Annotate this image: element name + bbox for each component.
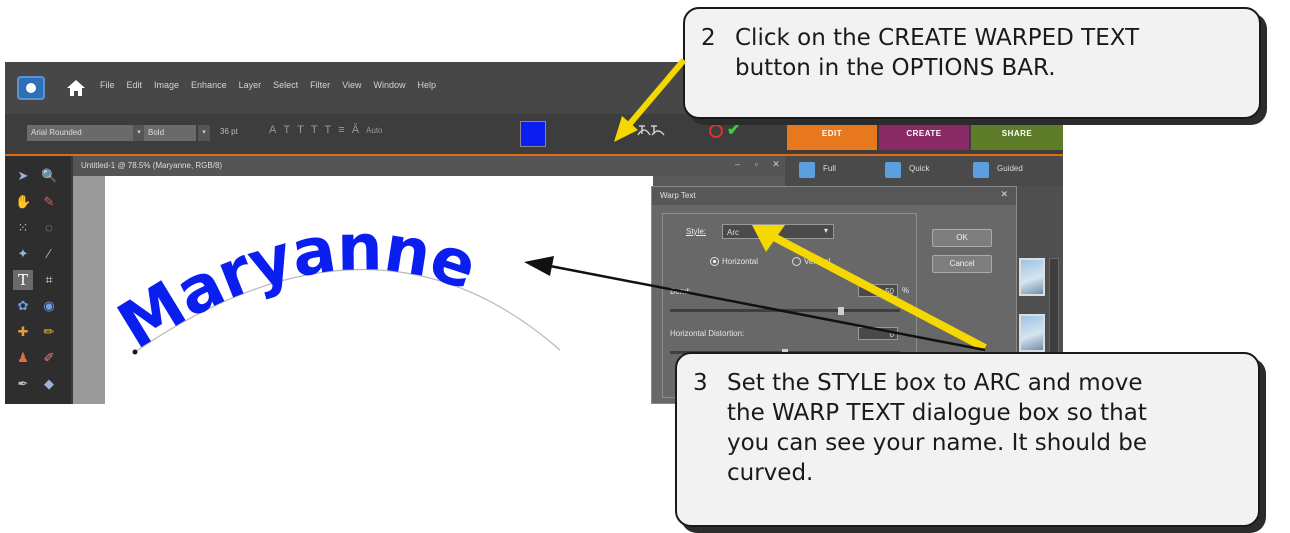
selection-brush-tool-icon[interactable]: ∕ [41, 246, 57, 262]
paint-bucket-tool-icon[interactable]: ◆ [41, 376, 57, 392]
cancel-icon[interactable] [709, 124, 723, 138]
callout-step-3: 3 Set the STYLE box to ARC and move the … [675, 352, 1260, 527]
bend-value-field[interactable]: 50 [858, 284, 898, 297]
vertical-radio[interactable] [792, 257, 801, 266]
brush-tool-icon[interactable]: ✒ [15, 376, 31, 392]
clone-stamp-tool-icon[interactable]: ✏ [41, 324, 57, 340]
full-edit-icon[interactable] [799, 162, 815, 178]
menu-edit[interactable]: Edit [127, 80, 143, 90]
callout-step-2-number: 2 [701, 25, 716, 51]
spot-healing-tool-icon[interactable]: ✚ [15, 324, 31, 340]
crop-tool-icon[interactable]: ⌗ [41, 272, 57, 288]
align-icon[interactable]: ≡ [338, 124, 344, 137]
image-canvas[interactable]: Maryanne [105, 176, 653, 404]
document-title-bar: Untitled-1 @ 78.5% (Maryanne, RGB/8) [73, 156, 785, 176]
horizontal-distortion-field[interactable]: 0 [858, 327, 898, 340]
warp-text-icon [637, 125, 665, 136]
marquee-tool-icon[interactable]: ⁙ [15, 220, 31, 236]
pencil-tool-icon[interactable]: ✐ [41, 350, 57, 366]
horizontal-label: Horizontal [722, 257, 759, 266]
bend-slider-handle[interactable] [838, 307, 844, 315]
warped-name-text: Maryanne [106, 211, 485, 364]
vertical-label: Vertical [804, 257, 831, 266]
tab-guided[interactable]: Guided [997, 164, 1023, 173]
move-tool-icon[interactable]: ➤ [15, 168, 31, 184]
lasso-tool-icon[interactable]: ◌ [41, 220, 57, 236]
quick-edit-icon[interactable] [885, 162, 901, 178]
tab-edit[interactable]: EDIT [787, 118, 877, 150]
callout-step-2-text: Click on the CREATE WARPED TEXT button i… [735, 25, 1140, 81]
bend-unit: % [902, 286, 910, 295]
chevron-down-icon[interactable]: ▾ [824, 226, 828, 235]
eraser-tool-icon[interactable]: ♟ [15, 350, 31, 366]
create-warped-text-button[interactable] [633, 123, 669, 143]
menu-view[interactable]: View [342, 80, 361, 90]
leading-value[interactable]: Auto [366, 124, 382, 137]
faux-bold-icon[interactable]: T [283, 124, 290, 137]
edit-mode-tabs: Full Quick Guided [785, 156, 1063, 186]
warped-text-layer: Maryanne [106, 211, 561, 364]
dialog-title[interactable]: Warp Text [652, 187, 1016, 205]
eyedropper-tool-icon[interactable]: ✎ [41, 194, 57, 210]
anti-alias-icon[interactable]: A [269, 124, 276, 137]
menu-select[interactable]: Select [273, 80, 298, 90]
text-color-swatch[interactable] [520, 121, 546, 147]
strikethrough-icon[interactable]: T [325, 124, 332, 137]
font-size-field[interactable]: 36 pt [220, 127, 238, 136]
tab-share[interactable]: SHARE [971, 118, 1063, 150]
chevron-down-icon[interactable]: ▾ [198, 125, 210, 141]
main-menu: File Edit Image Enhance Layer Select Fil… [100, 80, 436, 90]
window-controls[interactable]: – ▫ ✕ [735, 159, 786, 170]
font-family-select[interactable]: Arial Rounded [27, 125, 135, 141]
menu-enhance[interactable]: Enhance [191, 80, 227, 90]
menu-file[interactable]: File [100, 80, 115, 90]
style-label: Style: [686, 227, 707, 236]
menu-image[interactable]: Image [154, 80, 179, 90]
type-tool-icon[interactable]: T [13, 270, 33, 290]
close-icon[interactable]: ✕ [1000, 189, 1008, 200]
menu-help[interactable]: Help [417, 80, 436, 90]
guided-edit-icon[interactable] [973, 162, 989, 178]
cancel-button[interactable]: Cancel [932, 255, 992, 273]
zoom-tool-icon[interactable]: 🔍 [41, 168, 57, 184]
path-anchor-point [132, 349, 138, 355]
cookie-cutter-tool-icon[interactable]: ✿ [15, 298, 31, 314]
menu-window[interactable]: Window [373, 80, 405, 90]
menu-filter[interactable]: Filter [310, 80, 330, 90]
underline-icon[interactable]: T [311, 124, 318, 137]
effect-thumbnail[interactable] [1019, 314, 1045, 352]
hand-tool-icon[interactable]: ✋ [15, 194, 31, 210]
bend-slider[interactable] [670, 309, 900, 312]
red-eye-tool-icon[interactable]: ◉ [41, 298, 57, 314]
menu-layer[interactable]: Layer [239, 80, 262, 90]
toolbox: ➤ 🔍 ✋ ✎ ⁙ ◌ ✦ ∕ T ⌗ ✿ ◉ ✚ ✏ ♟ ✐ ✒ ◆ [5, 156, 71, 404]
effect-thumbnail[interactable] [1019, 258, 1045, 296]
tab-full[interactable]: Full [823, 164, 836, 173]
options-bar: Arial Rounded ▾ Bold ▾ 36 pt A T T T T ≡… [5, 114, 1063, 156]
horizontal-radio[interactable] [710, 257, 719, 266]
canvas-margin [73, 176, 105, 404]
commit-check-icon[interactable]: ✔ [727, 120, 740, 140]
svg-text:Maryanne: Maryanne [106, 211, 484, 364]
callout-step-3-text: Set the STYLE box to ARC and move the WA… [727, 370, 1148, 486]
callout-step-2: 2 Click on the CREATE WARPED TEXT button… [683, 7, 1261, 119]
elements-logo-icon[interactable] [17, 76, 45, 100]
callout-step-3-number: 3 [693, 370, 708, 396]
leading-icon[interactable]: Ă [352, 124, 359, 137]
text-format-buttons: A T T T T ≡ Ă Auto [269, 124, 383, 137]
horizontal-distortion-label: Horizontal Distortion: [670, 329, 745, 338]
tab-create[interactable]: CREATE [879, 118, 969, 150]
faux-italic-icon[interactable]: T [297, 124, 304, 137]
home-icon[interactable] [65, 77, 87, 99]
font-style-select[interactable]: Bold [144, 125, 196, 141]
style-select[interactable]: Arc [722, 224, 834, 239]
tab-quick[interactable]: Quick [909, 164, 929, 173]
bend-label: Bend: [670, 287, 691, 296]
magic-wand-tool-icon[interactable]: ✦ [15, 246, 31, 262]
ok-button[interactable]: OK [932, 229, 992, 247]
